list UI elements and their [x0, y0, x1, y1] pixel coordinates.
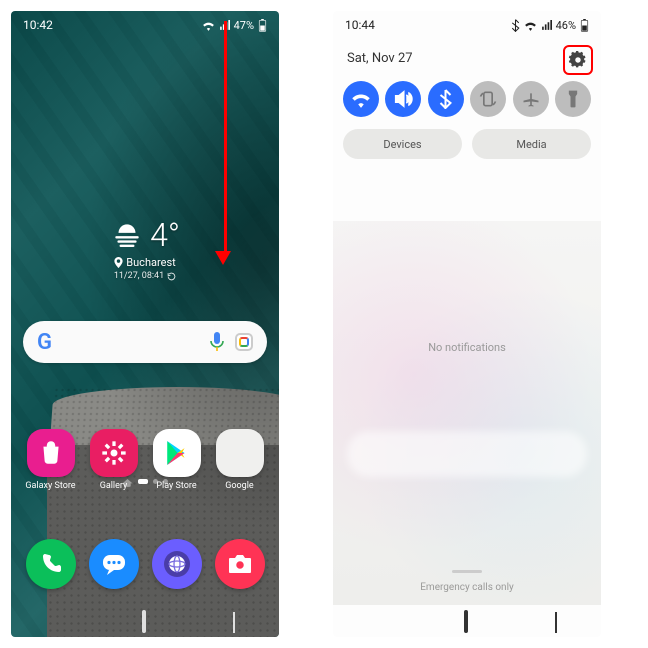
google-logo-icon: G: [37, 330, 52, 355]
weather-fog-icon: [110, 218, 144, 252]
signal-icon: [541, 20, 552, 31]
mic-icon[interactable]: [209, 332, 225, 352]
no-notifications-text: No notifications: [333, 341, 601, 354]
status-bar: 10:42 47%: [11, 11, 279, 39]
toggle-bluetooth[interactable]: [428, 81, 464, 117]
status-time: 10:42: [23, 18, 53, 32]
annotation-swipe-arrow: [221, 21, 231, 265]
app-camera[interactable]: [212, 539, 268, 593]
google-search-bar[interactable]: G: [23, 321, 267, 363]
battery-pct: 46%: [556, 19, 576, 32]
location-icon: [114, 257, 123, 268]
toggle-wifi[interactable]: [343, 81, 379, 117]
home-screen: 10:42 47% 4° Bucharest 11/27, 08:41 G: [11, 11, 279, 637]
nav-back-icon[interactable]: [233, 612, 235, 631]
weather-timestamp: 11/27, 08:41: [114, 271, 164, 281]
nav-home-icon[interactable]: [142, 612, 146, 631]
shade-handle[interactable]: [452, 570, 482, 573]
dock: [11, 539, 279, 593]
emergency-text: Emergency calls only: [333, 582, 601, 593]
toggle-flashlight[interactable]: [555, 81, 591, 117]
wifi-icon: [524, 20, 537, 31]
shade-background: [333, 221, 601, 605]
nav-bar: [333, 605, 601, 637]
media-button[interactable]: Media: [472, 129, 591, 159]
nav-bar: [11, 605, 279, 637]
nav-home-icon[interactable]: [464, 612, 468, 631]
toggle-rotate[interactable]: [470, 81, 506, 117]
settings-icon[interactable]: [568, 50, 588, 70]
weather-temp: 4°: [150, 216, 180, 254]
refresh-icon: [167, 272, 176, 281]
app-browser[interactable]: [149, 539, 205, 593]
toggle-airplane[interactable]: [513, 81, 549, 117]
annotation-settings-highlight: [563, 45, 593, 75]
toggle-sound[interactable]: [385, 81, 421, 117]
shade-date: Sat, Nov 27: [347, 51, 413, 66]
lens-icon[interactable]: [235, 333, 253, 351]
page-indicator[interactable]: [11, 479, 279, 487]
weather-location: Bucharest: [126, 256, 175, 269]
wifi-icon: [202, 20, 215, 31]
battery-icon: [580, 19, 589, 32]
app-messages[interactable]: [86, 539, 142, 593]
quick-toggles: [343, 81, 591, 117]
battery-icon: [258, 19, 267, 32]
wallpaper-pedestal: [11, 387, 279, 637]
status-bar: 10:44 46%: [333, 11, 601, 39]
notification-shade: 10:44 46% Sat, Nov 27 Devices Media No n…: [333, 11, 601, 637]
nav-back-icon[interactable]: [555, 612, 557, 631]
battery-pct: 47%: [234, 19, 254, 32]
devices-button[interactable]: Devices: [343, 129, 462, 159]
status-right: 47%: [202, 19, 267, 32]
shade-pills: Devices Media: [343, 129, 591, 159]
status-right: 46%: [511, 19, 589, 32]
status-time: 10:44: [345, 18, 375, 32]
app-phone[interactable]: [23, 539, 79, 593]
weather-widget[interactable]: 4° Bucharest 11/27, 08:41: [11, 216, 279, 281]
bluetooth-icon: [511, 19, 520, 32]
